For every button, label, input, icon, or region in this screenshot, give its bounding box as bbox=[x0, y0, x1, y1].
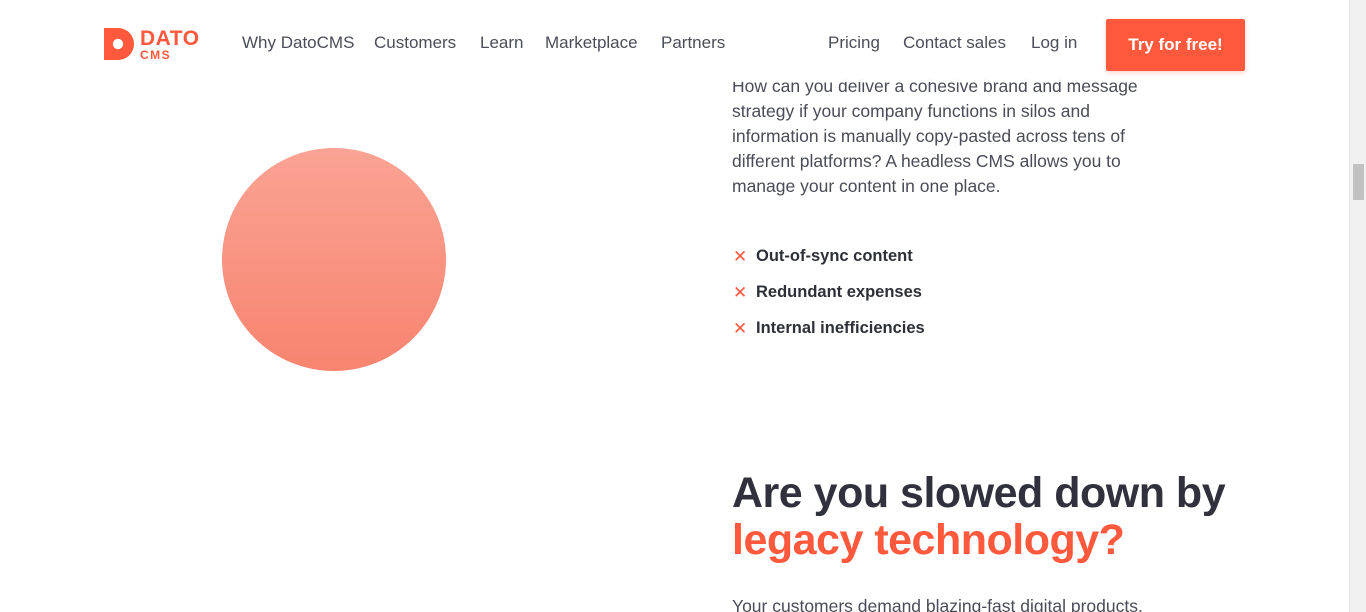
feature-list: ✕ Out-of-sync content ✕ Redundant expens… bbox=[732, 238, 925, 346]
x-icon: ✕ bbox=[733, 318, 748, 338]
x-icon: ✕ bbox=[733, 246, 748, 266]
feature-item: ✕ Out-of-sync content bbox=[732, 238, 925, 274]
feature-label: Out-of-sync content bbox=[756, 246, 913, 265]
nav-log-in[interactable]: Log in bbox=[1031, 32, 1077, 54]
nav-contact-sales[interactable]: Contact sales bbox=[903, 32, 1006, 54]
section-paragraph: How can you deliver a cohesive brand and… bbox=[732, 76, 1138, 196]
scrollbar[interactable] bbox=[1349, 0, 1366, 612]
scrollbar-thumb[interactable] bbox=[1353, 164, 1364, 200]
heading-accent: legacy technology? bbox=[732, 516, 1125, 564]
heading-line: Are you slowed down by bbox=[732, 469, 1226, 517]
nav-pricing[interactable]: Pricing bbox=[828, 32, 880, 54]
nav-partners[interactable]: Partners bbox=[661, 32, 725, 54]
nav-why-datocms[interactable]: Why DatoCMS bbox=[242, 32, 354, 54]
x-icon: ✕ bbox=[733, 282, 748, 302]
decorative-circle bbox=[222, 148, 446, 371]
feature-item: ✕ Internal inefficiencies bbox=[732, 310, 925, 346]
feature-label: Internal inefficiencies bbox=[756, 318, 925, 337]
feature-label: Redundant expenses bbox=[756, 282, 922, 301]
feature-item: ✕ Redundant expenses bbox=[732, 274, 925, 310]
site-header: DATO CMS Why DatoCMS Customers Learn Mar… bbox=[0, 0, 1350, 82]
section-heading: Are you slowed down by legacy technology… bbox=[732, 470, 1352, 564]
nav-learn[interactable]: Learn bbox=[480, 32, 523, 54]
nav-customers[interactable]: Customers bbox=[374, 32, 456, 54]
section-intro: Your customers demand blazing-fast digit… bbox=[732, 596, 1143, 612]
nav-marketplace[interactable]: Marketplace bbox=[545, 32, 638, 54]
page: How can you deliver a cohesive brand and… bbox=[0, 0, 1366, 612]
try-free-button[interactable]: Try for free! bbox=[1106, 19, 1245, 71]
